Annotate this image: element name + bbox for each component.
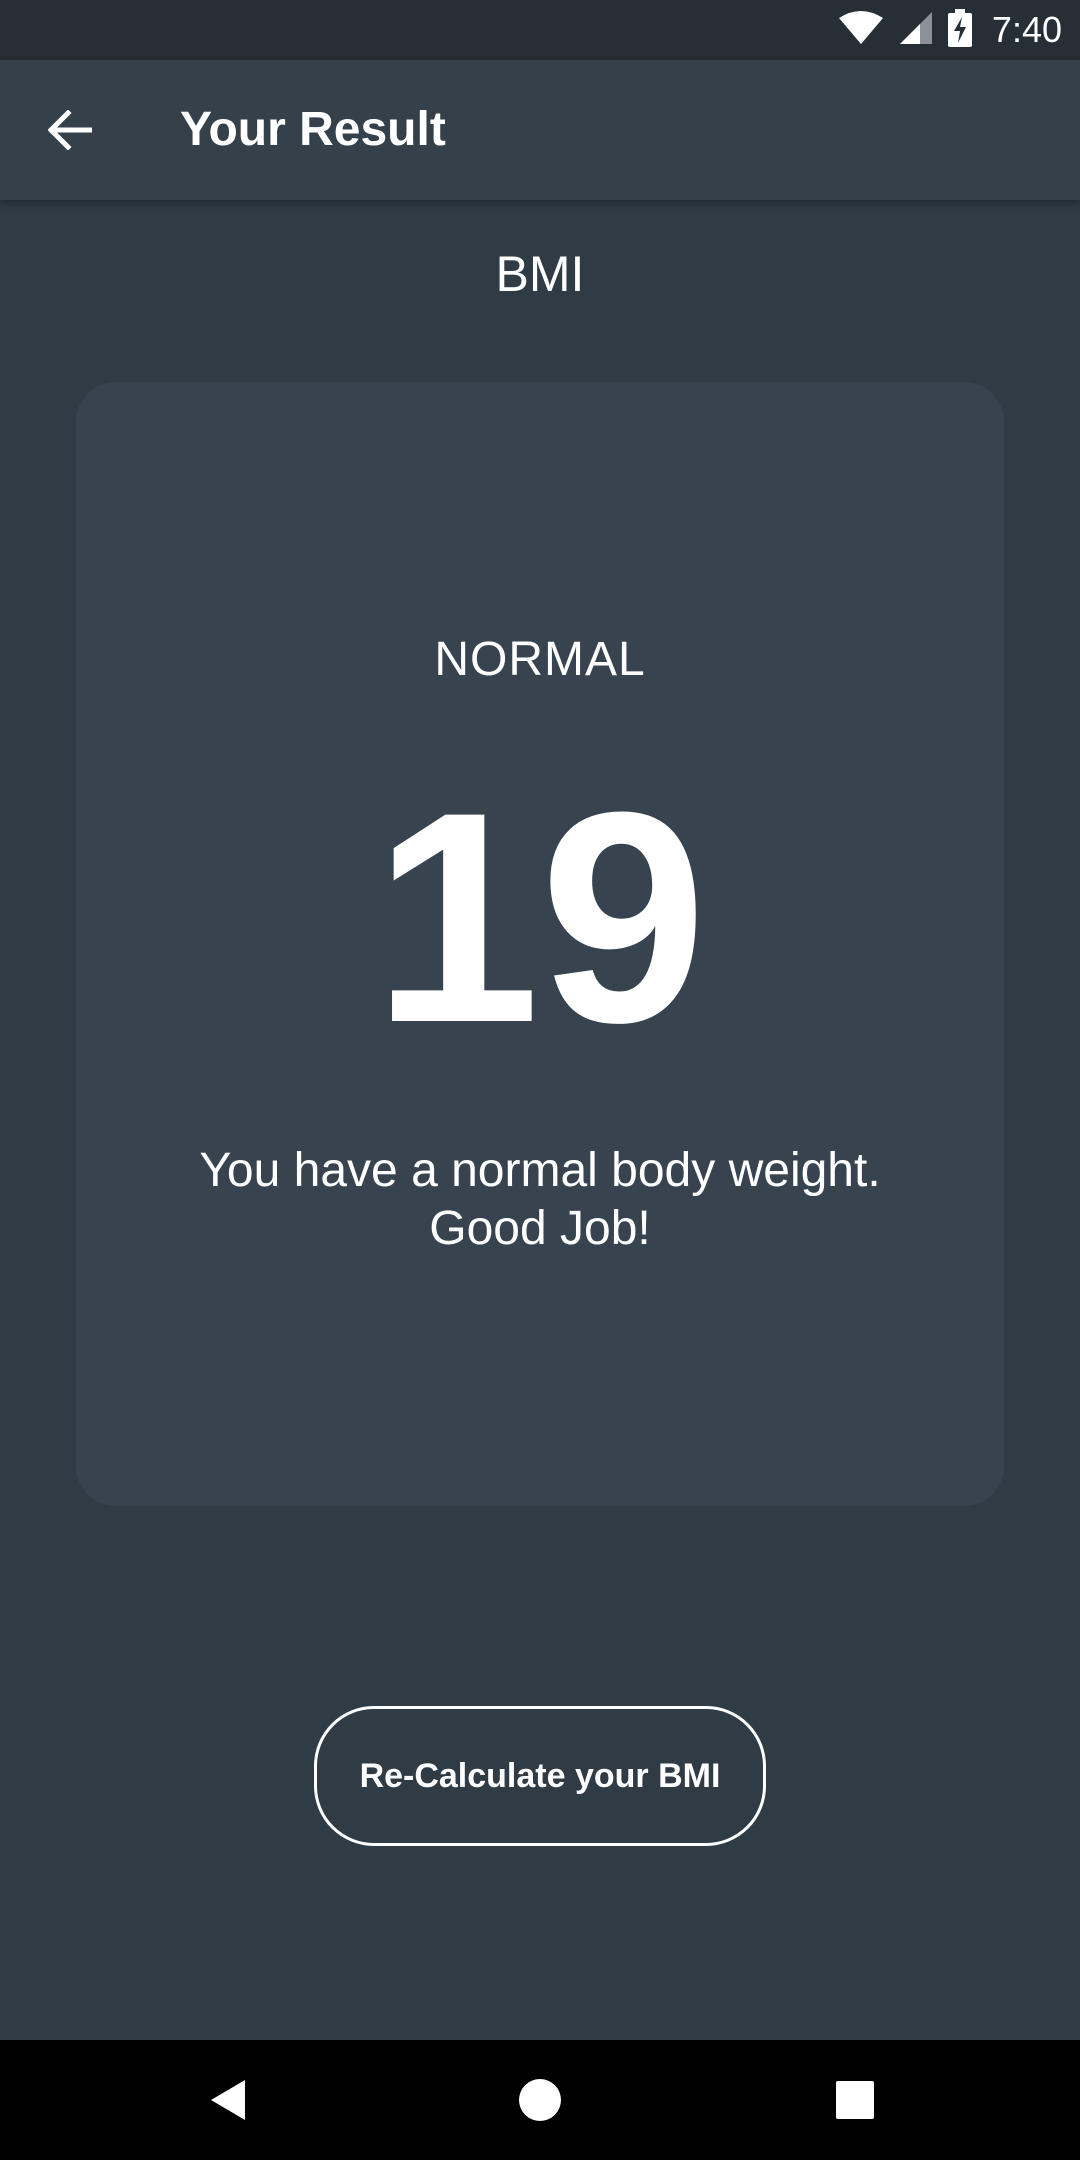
- bmi-status-label: NORMAL: [434, 633, 646, 686]
- status-time: 7:40: [991, 9, 1062, 50]
- status-icons: 7:40: [838, 0, 1062, 60]
- cell-signal-icon: [898, 10, 934, 51]
- recents-square-icon[interactable]: [795, 2040, 915, 2160]
- bmi-value: 19: [373, 749, 707, 1085]
- home-circle-icon[interactable]: [480, 2040, 600, 2160]
- status-bar: 7:40: [0, 0, 1080, 60]
- battery-charging-icon: [947, 8, 972, 52]
- result-card: NORMAL 19 You have a normal body weight.…: [76, 382, 1004, 1506]
- system-nav-bar: [0, 2040, 1080, 2160]
- bmi-message: You have a normal body weight. Good Job!: [199, 1144, 881, 1255]
- recalculate-button[interactable]: Re-Calculate your BMI: [314, 1706, 766, 1846]
- app-bar: Your Result: [0, 60, 1080, 200]
- wifi-icon: [838, 10, 884, 51]
- section-title: BMI: [495, 246, 585, 302]
- back-triangle-icon[interactable]: [168, 2040, 288, 2160]
- page-title: Your Result: [180, 103, 446, 156]
- arrow-back-icon[interactable]: [40, 100, 100, 160]
